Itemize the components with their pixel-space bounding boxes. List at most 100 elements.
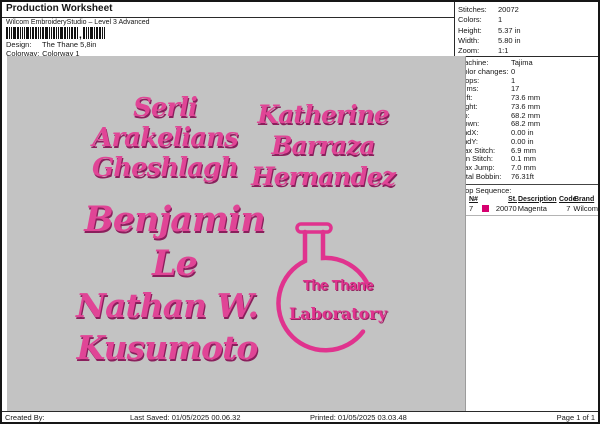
- barcode-bar: [22, 27, 23, 39]
- barcode-bar: [35, 27, 37, 39]
- col-description: Description: [518, 195, 559, 204]
- footer-divider: [2, 411, 598, 412]
- title-divider: [2, 17, 454, 18]
- design-stats-box: Stitches:20072Colors:1Height:5.37 inWidt…: [454, 2, 600, 57]
- col-brand: Brand: [571, 195, 598, 204]
- design-label: Design:: [6, 40, 40, 49]
- barcode-bar: [9, 27, 10, 39]
- info-value: 1:1: [498, 46, 508, 56]
- barcode-bar: [67, 27, 68, 39]
- barcode-bar: [13, 27, 16, 39]
- name-line: Gheshlagh: [55, 153, 275, 183]
- printed-text: Printed: 01/05/2025 03.03.48: [310, 413, 407, 422]
- barcode-group1: [6, 27, 78, 39]
- info-row: Color changes:0: [458, 68, 598, 77]
- barcode-bar: [104, 27, 105, 39]
- created-by-label: Created By:: [5, 413, 45, 422]
- stats-rows: Stitches:20072Colors:1Height:5.37 inWidt…: [458, 5, 598, 56]
- seq-description: Magenta: [518, 204, 559, 213]
- info-label: Width:: [458, 36, 498, 46]
- info-row: Height:5.37 in: [458, 26, 598, 36]
- production-worksheet-page: Production Worksheet Wilcom EmbroiderySt…: [0, 0, 600, 424]
- name-block-serli: Serli Arakelians Gheshlagh: [55, 93, 275, 183]
- barcode-bar: [24, 27, 25, 39]
- info-row: Colors:1: [458, 15, 598, 25]
- name-block-nathan: Nathan W. Kusumoto: [58, 285, 276, 369]
- barcode-bar: [94, 27, 95, 39]
- barcode-bar: [20, 27, 21, 39]
- barcode-bar: [90, 27, 93, 39]
- info-row: Width:5.80 in: [458, 36, 598, 46]
- machine-rows: Machine:TajimaColor changes:0Stops:1Trim…: [458, 59, 598, 182]
- barcode-bar: [102, 27, 103, 39]
- info-value: 1: [498, 15, 502, 25]
- barcode-bar: [32, 27, 34, 39]
- barcode-bar: [6, 27, 8, 39]
- page-number: Page 1 of 1: [557, 413, 595, 422]
- flask-text-line2: Laboratory: [286, 304, 390, 323]
- barcode-bar: [71, 27, 73, 39]
- barcode-bar: [17, 27, 19, 39]
- info-row: Stops:1: [458, 77, 598, 86]
- color-swatch: [482, 205, 489, 212]
- barcode-bar: [86, 27, 87, 39]
- info-value: 5.37 in: [498, 26, 521, 36]
- name-line: Hernandez: [248, 161, 398, 192]
- info-row: Stitches:20072: [458, 5, 598, 15]
- barcode-bar: [58, 27, 59, 39]
- col-needle: N#: [469, 195, 482, 204]
- stop-sequence-section: Stop Sequence: # N# St. Description Code…: [458, 184, 598, 213]
- flask-text-line1: The Thane: [292, 277, 384, 294]
- info-label: Zoom:: [458, 46, 498, 56]
- barcode-bar: [60, 27, 63, 39]
- col-code: Code: [559, 195, 571, 204]
- name-line: Benjamin: [72, 198, 277, 242]
- machine-info-panel: Machine:TajimaColor changes:0Stops:1Trim…: [454, 57, 600, 216]
- design-canvas: Serli Arakelians Gheshlagh Katherine Bar…: [7, 56, 466, 411]
- col-stitches: St.: [482, 195, 518, 204]
- name-line: Nathan W.: [58, 285, 276, 327]
- name-line: Barraza: [248, 130, 398, 161]
- stop-sequence-header: # N# St. Description Code Brand: [458, 195, 598, 204]
- seq-code: 7: [558, 204, 570, 213]
- barcode-bar: [88, 27, 89, 39]
- name-line: Arakelians: [55, 123, 275, 153]
- barcode-bar: [30, 27, 31, 39]
- stop-sequence-row: 1. 7 20070 Magenta 7 Wilcom: [458, 204, 598, 213]
- design-row: Design: The Thane 5,8in: [6, 40, 96, 49]
- info-row: Total Bobbin:76.31ft: [458, 173, 598, 182]
- info-value: 76.31ft: [511, 173, 534, 182]
- barcode-bar: [99, 27, 101, 39]
- seq-brand: Wilcom: [570, 204, 598, 213]
- barcode-bar: [40, 27, 41, 39]
- name-line: Kusumoto: [58, 327, 276, 369]
- name-block-benjamin: Benjamin Le: [72, 198, 277, 286]
- barcode-bar: [45, 27, 48, 39]
- barcode-separator: ,: [79, 27, 82, 39]
- name-line: Serli: [55, 93, 275, 123]
- barcode-bar: [77, 27, 78, 39]
- info-value: 20072: [498, 5, 519, 15]
- barcode-bar: [11, 27, 12, 39]
- barcode-bar: [53, 27, 55, 39]
- name-line: Le: [72, 242, 277, 286]
- info-value: 5.80 in: [498, 36, 521, 46]
- thread-color-swatch-cell: [482, 205, 492, 212]
- barcode-bar: [56, 27, 57, 39]
- software-subtitle: Wilcom EmbroideryStudio – Level 3 Advanc…: [6, 19, 150, 26]
- page-title: Production Worksheet: [6, 3, 113, 14]
- barcode-bar: [69, 27, 70, 39]
- barcode-bar: [49, 27, 50, 39]
- info-label: Height:: [458, 26, 498, 36]
- barcode-bar: [38, 27, 39, 39]
- last-saved-text: Last Saved: 01/05/2025 00.06.32: [130, 413, 241, 422]
- name-line: Katherine: [248, 99, 398, 130]
- design-value: The Thane 5,8in: [42, 40, 97, 49]
- barcode-group2: [83, 27, 105, 39]
- barcode: ,: [6, 27, 105, 39]
- barcode-bar: [96, 27, 98, 39]
- stop-sequence-title: Stop Sequence:: [458, 186, 598, 195]
- seq-needle: 7: [469, 204, 482, 213]
- barcode-bar: [26, 27, 29, 39]
- barcode-bar: [74, 27, 76, 39]
